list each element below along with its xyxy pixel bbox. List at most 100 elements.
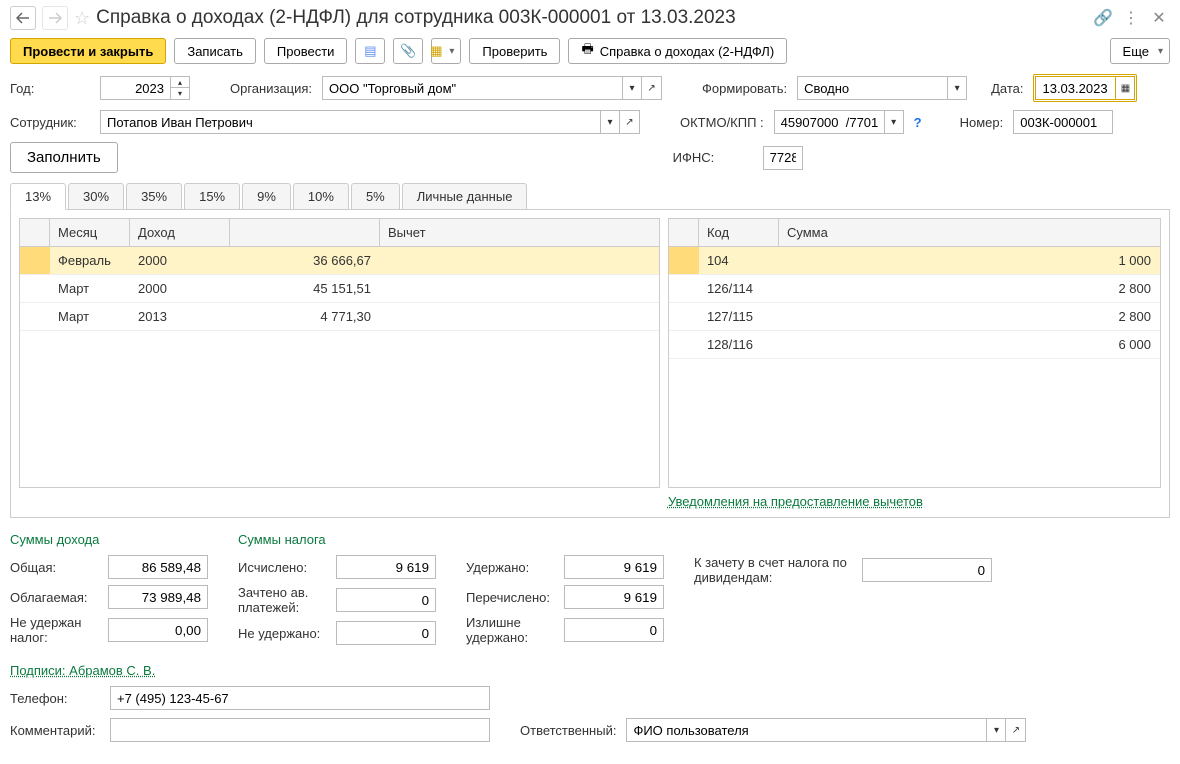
write-button[interactable]: Записать — [174, 38, 256, 64]
calculated-input[interactable] — [336, 555, 436, 579]
responsible-open-button[interactable]: ↗ — [1006, 718, 1026, 742]
total-label: Общая: — [10, 560, 100, 575]
deduct-row[interactable]: 126/114 2 800 — [669, 275, 1160, 303]
year-input[interactable] — [100, 76, 170, 100]
attachment-button[interactable]: 📎 — [393, 38, 423, 64]
org-field[interactable]: ▾ ↗ — [322, 76, 662, 100]
create-based-button[interactable]: ▦ — [431, 38, 461, 64]
phone-label: Телефон: — [10, 691, 100, 706]
col2-rownum — [669, 219, 699, 246]
total-input[interactable] — [108, 555, 208, 579]
print-button[interactable]: 🖶Справка о доходах (2-НДФЛ) — [568, 38, 787, 64]
more-button[interactable]: Еще — [1110, 38, 1170, 64]
responsible-dropdown-button[interactable]: ▾ — [986, 718, 1006, 742]
oktmo-dropdown-button[interactable]: ▾ — [884, 110, 904, 134]
fill-button[interactable]: Заполнить — [10, 142, 118, 173]
col2-sum: Сумма — [779, 219, 1160, 246]
overwithheld-input[interactable] — [564, 618, 664, 642]
income-sums-header: Суммы дохода — [10, 532, 208, 547]
tab-9[interactable]: 9% — [242, 183, 291, 209]
tab-30[interactable]: 30% — [68, 183, 124, 209]
deduct-row[interactable]: 127/115 2 800 — [669, 303, 1160, 331]
date-field[interactable]: ▦ — [1033, 74, 1137, 102]
org-open-button[interactable]: ↗ — [642, 76, 662, 100]
tab-5[interactable]: 5% — [351, 183, 400, 209]
employee-dropdown-button[interactable]: ▾ — [600, 110, 620, 134]
taxable-label: Облагаемая: — [10, 590, 100, 605]
employee-open-button[interactable]: ↗ — [620, 110, 640, 134]
window-title: Справка о доходах (2-НДФЛ) для сотрудник… — [96, 7, 1086, 29]
overwithheld-label: Излишне удержано: — [466, 615, 556, 645]
org-dropdown-button[interactable]: ▾ — [622, 76, 642, 100]
favorite-star-icon[interactable]: ☆ — [74, 8, 90, 29]
offset-input[interactable] — [336, 588, 436, 612]
document-icon: ▤ — [364, 43, 376, 59]
org-label: Организация: — [230, 81, 312, 96]
col-income-code: Доход — [130, 219, 230, 246]
structure-button[interactable]: ▤ — [355, 38, 385, 64]
income-row[interactable]: Февраль 2000 36 666,67 — [20, 247, 659, 275]
taxable-input[interactable] — [108, 585, 208, 609]
signatures-link[interactable]: Подписи: Абрамов С. В. — [10, 663, 155, 678]
oktmo-input[interactable] — [774, 110, 884, 134]
check-button[interactable]: Проверить — [469, 38, 560, 64]
unwithheld-input[interactable] — [108, 618, 208, 642]
formmode-dropdown-button[interactable]: ▾ — [947, 76, 967, 100]
tab-10[interactable]: 10% — [293, 183, 349, 209]
post-button[interactable]: Провести — [264, 38, 348, 64]
post-and-close-button[interactable]: Провести и закрыть — [10, 38, 166, 64]
income-row[interactable]: Март 2013 4 771,30 — [20, 303, 659, 331]
withheld-input[interactable] — [564, 555, 664, 579]
calculated-label: Исчислено: — [238, 560, 328, 575]
date-input[interactable] — [1035, 76, 1115, 100]
arrow-left-icon — [16, 12, 30, 24]
employee-input[interactable] — [100, 110, 600, 134]
paperclip-icon: 📎 — [400, 43, 416, 59]
employee-label: Сотрудник: — [10, 115, 90, 130]
number-label: Номер: — [960, 115, 1004, 130]
nav-back-button[interactable] — [10, 6, 36, 30]
oktmo-field[interactable]: ▾ — [774, 110, 904, 134]
date-label: Дата: — [991, 81, 1023, 96]
year-up-button[interactable]: ▴ — [170, 76, 190, 88]
phone-input[interactable] — [110, 686, 490, 710]
year-down-button[interactable]: ▾ — [170, 88, 190, 100]
nav-forward-button[interactable] — [42, 6, 68, 30]
deduction-notice-link[interactable]: Уведомления на предоставление вычетов — [668, 494, 1161, 509]
formmode-input[interactable] — [797, 76, 947, 100]
rate-tabs: 13% 30% 35% 15% 9% 10% 5% Личные данные — [10, 183, 1170, 210]
ifns-label: ИФНС: — [673, 150, 753, 165]
responsible-label: Ответственный: — [520, 723, 616, 738]
tab-35[interactable]: 35% — [126, 183, 182, 209]
year-field[interactable]: ▴ ▾ — [100, 76, 190, 100]
ifns-input[interactable] — [763, 146, 803, 170]
col2-code: Код — [699, 219, 779, 246]
tab-personal[interactable]: Личные данные — [402, 183, 528, 209]
comment-input[interactable] — [110, 718, 490, 742]
deduction-grid[interactable]: Код Сумма 104 1 000 126/114 2 800 127/11… — [668, 218, 1161, 488]
notwithheld-input[interactable] — [336, 621, 436, 645]
org-input[interactable] — [322, 76, 622, 100]
employee-field[interactable]: ▾ ↗ — [100, 110, 640, 134]
link-icon[interactable]: 🔗 — [1092, 7, 1114, 29]
responsible-input[interactable] — [626, 718, 986, 742]
formmode-field[interactable]: ▾ — [797, 76, 967, 100]
deduct-row[interactable]: 128/116 6 000 — [669, 331, 1160, 359]
number-input[interactable] — [1013, 110, 1113, 134]
date-calendar-button[interactable]: ▦ — [1115, 76, 1135, 100]
tab-13[interactable]: 13% — [10, 183, 66, 210]
kebab-menu-icon[interactable]: ⋮ — [1120, 7, 1142, 29]
year-label: Год: — [10, 81, 90, 96]
dividend-input[interactable] — [862, 558, 992, 582]
income-row[interactable]: Март 2000 45 151,51 — [20, 275, 659, 303]
help-icon[interactable]: ? — [914, 115, 922, 130]
transferred-input[interactable] — [564, 585, 664, 609]
deduct-row[interactable]: 104 1 000 — [669, 247, 1160, 275]
close-icon[interactable]: ✕ — [1148, 7, 1170, 29]
responsible-field[interactable]: ▾ ↗ — [626, 718, 1026, 742]
income-grid[interactable]: Месяц Доход Вычет Февраль 2000 36 666,67… — [19, 218, 660, 488]
offset-label: Зачтено ав. платежей: — [238, 585, 328, 615]
col-month: Месяц — [50, 219, 130, 246]
dividend-label: К зачету в счет налога по дивидендам: — [694, 555, 854, 585]
tab-15[interactable]: 15% — [184, 183, 240, 209]
